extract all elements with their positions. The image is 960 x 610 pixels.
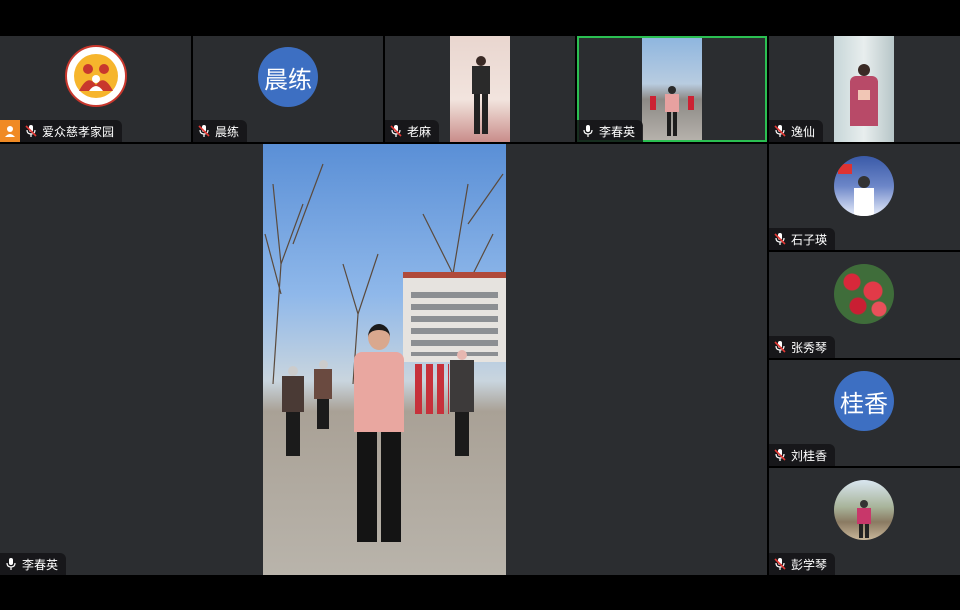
participant-name: 李春英 bbox=[599, 124, 636, 139]
participant-name-bar: 刘桂香 bbox=[769, 444, 836, 466]
participant-name: 爱众慈孝家园 bbox=[42, 124, 115, 139]
mic-icon bbox=[6, 558, 16, 570]
side-participant-tile-1[interactable]: 石子瑛 bbox=[769, 144, 960, 250]
participant-tile-4-active-speaker[interactable]: 李春英 bbox=[577, 36, 767, 142]
avatar-photo-outdoor bbox=[834, 480, 894, 540]
participant-name: 老麻 bbox=[407, 124, 432, 139]
side-participant-tile-4[interactable]: 彭学琴 bbox=[769, 468, 960, 575]
main-speaker-view[interactable]: 李春英 bbox=[0, 144, 767, 575]
participant-tile-2[interactable]: 晨练 晨练 bbox=[193, 36, 383, 142]
dancer-right bbox=[449, 350, 475, 460]
participant-tile-1[interactable]: 爱众慈孝家园 bbox=[0, 36, 191, 142]
participant-name: 刘桂香 bbox=[791, 448, 828, 463]
dancer-left-2 bbox=[313, 360, 333, 430]
organization-logo bbox=[65, 45, 127, 107]
participant-name-bar: 晨练 bbox=[193, 120, 248, 142]
dancer-left-1 bbox=[281, 366, 305, 456]
avatar: 晨练 bbox=[258, 47, 318, 107]
participant-name: 石子瑛 bbox=[791, 232, 828, 247]
participant-name-bar: 爱众慈孝家园 bbox=[0, 120, 123, 142]
participant-name: 彭学琴 bbox=[791, 557, 828, 572]
mic-muted-icon bbox=[390, 125, 402, 137]
video-feed bbox=[834, 36, 894, 142]
building bbox=[403, 272, 506, 362]
mic-muted-icon bbox=[198, 125, 210, 137]
side-participant-tile-2[interactable]: 张秀琴 bbox=[769, 252, 960, 358]
participant-name-bar: 张秀琴 bbox=[769, 336, 836, 358]
side-participant-tile-3[interactable]: 桂香 刘桂香 bbox=[769, 360, 960, 466]
avatar-photo bbox=[834, 156, 894, 216]
mic-muted-icon bbox=[774, 449, 786, 461]
main-speaker-name-bar: 李春英 bbox=[0, 553, 67, 575]
participant-name-bar: 彭学琴 bbox=[769, 553, 836, 575]
participant-name: 李春英 bbox=[22, 557, 59, 572]
main-dancer bbox=[351, 324, 407, 559]
participant-name: 张秀琴 bbox=[791, 340, 828, 355]
participant-name: 晨练 bbox=[215, 124, 240, 139]
main-video-feed bbox=[263, 144, 506, 575]
mic-icon bbox=[583, 125, 593, 137]
participant-name-bar: 李春英 bbox=[577, 120, 644, 142]
video-feed bbox=[642, 38, 702, 140]
mic-muted-icon bbox=[774, 558, 786, 570]
mic-muted-icon bbox=[25, 125, 37, 137]
mic-muted-icon bbox=[774, 233, 786, 245]
participant-tile-5[interactable]: 逸仙 bbox=[769, 36, 960, 142]
avatar: 桂香 bbox=[834, 371, 894, 431]
participant-name-bar: 石子瑛 bbox=[769, 228, 836, 250]
mic-muted-icon bbox=[774, 125, 786, 137]
participant-name-bar: 老麻 bbox=[385, 120, 440, 142]
participant-tile-3[interactable]: 老麻 bbox=[385, 36, 575, 142]
dancers-red-group bbox=[415, 364, 449, 414]
host-person-icon bbox=[0, 120, 20, 142]
participant-name: 逸仙 bbox=[791, 124, 816, 139]
avatar-photo-flowers bbox=[834, 264, 894, 324]
participant-name-bar: 逸仙 bbox=[769, 120, 824, 142]
mic-muted-icon bbox=[774, 341, 786, 353]
video-feed bbox=[450, 36, 510, 142]
